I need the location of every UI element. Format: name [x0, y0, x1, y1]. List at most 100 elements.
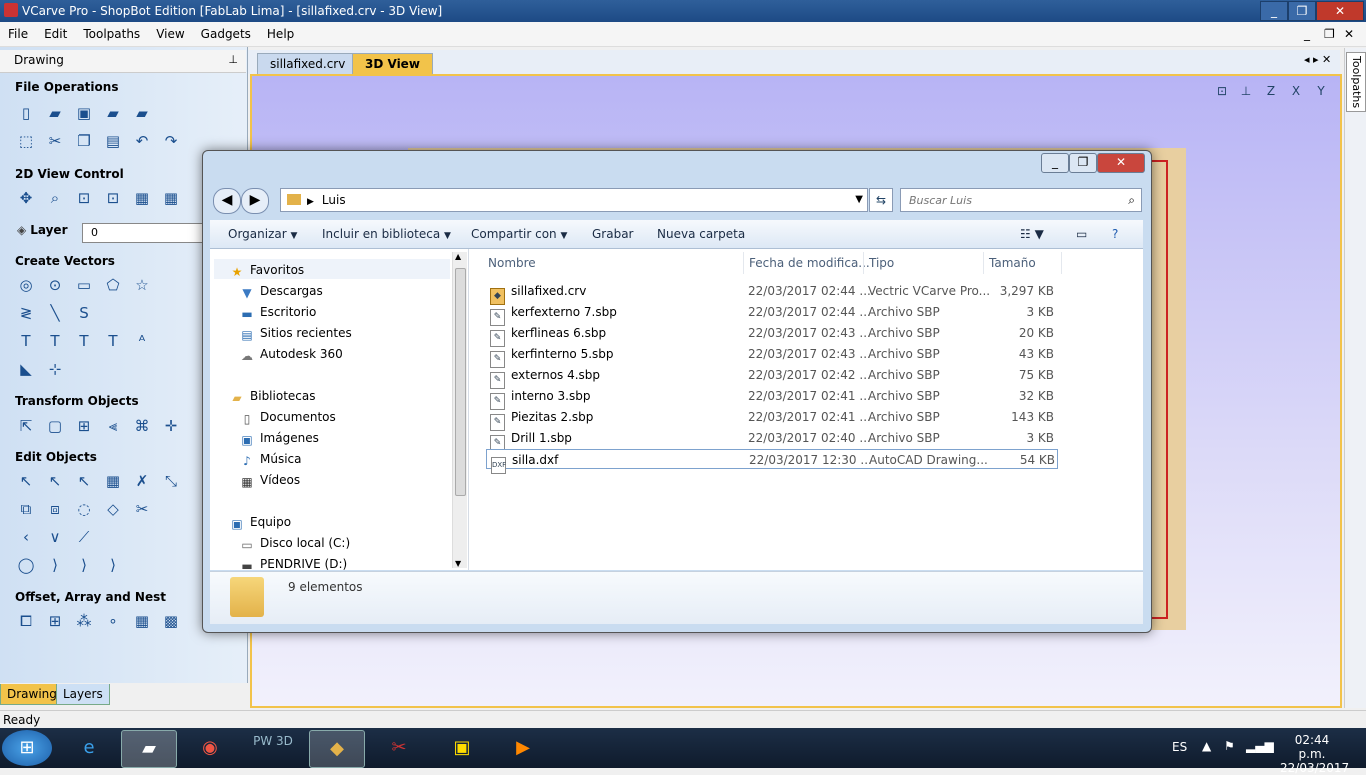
notepad-icon[interactable]: ▣	[435, 730, 489, 766]
text-arc-icon[interactable]: ᴬ	[132, 331, 152, 351]
nav-autodesk-360[interactable]: ☁ Autodesk 360	[240, 347, 343, 363]
star-icon[interactable]: ☆	[132, 275, 152, 295]
start-button[interactable]: ⊞	[2, 730, 52, 766]
polyline-icon[interactable]: ≷	[16, 303, 36, 323]
nav-musica[interactable]: ♪ Música	[240, 452, 301, 468]
set-size-icon[interactable]: ▢	[45, 416, 65, 436]
auto-layout-text-icon[interactable]: T	[74, 331, 94, 351]
text-box-icon[interactable]: T	[103, 331, 123, 351]
address-dropdown-icon[interactable]: ▼	[855, 189, 863, 211]
circular-array-icon[interactable]: ⁂	[74, 611, 94, 631]
column-date[interactable]: Fecha de modifica...	[749, 256, 870, 270]
nav-scrollbar-thumb[interactable]	[455, 268, 466, 496]
text-on-curve-icon[interactable]: T	[45, 331, 65, 351]
nav-favorites[interactable]: ★ Favoritos	[230, 263, 305, 279]
offset-icon[interactable]: ⧠	[16, 611, 36, 631]
tab-scroll-icons[interactable]: ◂ ▸ ✕	[1304, 53, 1331, 66]
tab-drawing[interactable]: Drawing	[0, 684, 64, 705]
import-icon[interactable]: ▰	[103, 103, 123, 123]
smooth-icon[interactable]: ◯	[16, 555, 36, 575]
file-row[interactable]: ◆ sillafixed.crv 22/03/2017 02:44 ... Vec…	[486, 281, 1058, 305]
distort-icon[interactable]: ⌘	[132, 416, 152, 436]
maximize-button[interactable]: ❐	[1288, 1, 1316, 21]
vcarve-taskbar-icon[interactable]: ◆	[309, 730, 365, 768]
trace-bitmap-icon[interactable]: ◣	[16, 359, 36, 379]
intersect-icon[interactable]: ◌	[74, 499, 94, 519]
search-box[interactable]: ⌕	[900, 188, 1142, 212]
clock[interactable]: 02:44 p.m. 22/03/2017	[1280, 733, 1349, 775]
doc-close-button[interactable]: ✕	[1336, 22, 1362, 46]
view-x-icon[interactable]: X	[1287, 84, 1305, 102]
nav-documentos[interactable]: ▯ Documentos	[240, 410, 336, 426]
search-input[interactable]	[907, 193, 1111, 208]
search-icon[interactable]: ⌕	[1128, 189, 1135, 211]
tab-sillafixed[interactable]: sillafixed.crv	[257, 53, 359, 74]
close-button[interactable]: ✕	[1316, 1, 1364, 21]
scroll-down-icon[interactable]: ▼	[455, 559, 461, 568]
preview-pane-icon[interactable]: ▭	[1076, 227, 1087, 241]
select-icon[interactable]: ⬚	[16, 131, 36, 151]
file-row[interactable]: ✎ kerflineas 6.sbp 22/03/2017 02:43 ... A…	[486, 323, 1058, 347]
scale-icon[interactable]: ✛	[161, 416, 181, 436]
pan-icon[interactable]: ✥	[16, 188, 36, 208]
curve-icon[interactable]: S	[74, 303, 94, 323]
import-bitmap-icon[interactable]: ▰	[132, 103, 152, 123]
cut-icon[interactable]: ✂	[45, 131, 65, 151]
nav-sitios-recientes[interactable]: ▤ Sitios recientes	[240, 326, 351, 342]
zoom-box-icon[interactable]: ⊡	[103, 188, 123, 208]
nav-scrollbar[interactable]: ▲ ▼	[452, 252, 467, 568]
media-player-icon[interactable]: ▶	[496, 730, 550, 766]
measure-icon[interactable]: ⤡	[161, 471, 181, 491]
forward-arrow-icon[interactable]: ▶	[241, 188, 269, 214]
file-row[interactable]: ✎ interno 3.sbp 22/03/2017 02:41 ... Arch…	[486, 386, 1058, 410]
menu-edit[interactable]: Edit	[36, 22, 75, 46]
column-separator[interactable]	[743, 252, 744, 274]
file-row[interactable]: ✎ kerfexterno 7.sbp 22/03/2017 02:44 ... …	[486, 302, 1058, 326]
explorer-maximize-button[interactable]: ❐	[1069, 153, 1097, 173]
tray-chevron-icon[interactable]: ▲	[1202, 739, 1211, 753]
redo-icon[interactable]: ↷	[161, 131, 181, 151]
include-library-menu[interactable]: Incluir en biblioteca ▼	[322, 227, 451, 241]
rectangle-icon[interactable]: ▭	[74, 275, 94, 295]
weld-icon[interactable]: ⧉	[16, 499, 36, 519]
column-name[interactable]: Nombre	[488, 256, 536, 270]
column-size[interactable]: Tamaño	[989, 256, 1036, 270]
file-row[interactable]: ✎ Piezitas 2.sbp 22/03/2017 02:41 ... Arc…	[486, 407, 1058, 431]
align-icon[interactable]: ⊞	[74, 416, 94, 436]
ungroup-icon[interactable]: ✗	[132, 471, 152, 491]
mirror-icon[interactable]: ⫷	[103, 416, 123, 436]
new-file-icon[interactable]: ▯	[16, 103, 36, 123]
node-edit-icon[interactable]: ↖	[45, 471, 65, 491]
extend-icon[interactable]: ⟋	[74, 527, 94, 547]
column-type[interactable]: Tipo	[869, 256, 894, 270]
copy-icon[interactable]: ❐	[74, 131, 94, 151]
text-icon[interactable]: T	[16, 331, 36, 351]
nav-bibliotecas[interactable]: ▰ Bibliotecas	[230, 389, 315, 405]
save-icon[interactable]: ▣	[74, 103, 94, 123]
vectric-icon[interactable]: ✂	[372, 730, 426, 766]
share-with-menu[interactable]: Compartir con ▼	[471, 227, 567, 241]
explorer-close-button[interactable]: ✕	[1097, 153, 1145, 173]
internet-explorer-icon[interactable]: e	[62, 730, 116, 766]
ellipse-icon[interactable]: ⊙	[45, 275, 65, 295]
file-row[interactable]: ✎ externos 4.sbp 22/03/2017 02:42 ... Arc…	[486, 365, 1058, 389]
toggle-view-icon[interactable]: ▦	[161, 188, 181, 208]
circle-icon[interactable]: ◎	[16, 275, 36, 295]
corner-icon[interactable]: ⟩	[74, 555, 94, 575]
paste-icon[interactable]: ▤	[103, 131, 123, 151]
new-folder-button[interactable]: Nueva carpeta	[657, 227, 745, 241]
scroll-up-icon[interactable]: ▲	[455, 252, 461, 261]
view-mode-icon[interactable]: ▦	[132, 188, 152, 208]
toolpaths-side-tab[interactable]: Toolpaths	[1346, 52, 1366, 112]
dimension-icon[interactable]: ⊹	[45, 359, 65, 379]
trim-icon[interactable]: ✂	[132, 499, 152, 519]
column-separator[interactable]	[1061, 252, 1062, 274]
menu-toolpaths[interactable]: Toolpaths	[75, 22, 148, 46]
tab-3d-view[interactable]: 3D View	[352, 53, 433, 74]
nav-descargas[interactable]: ▼ Descargas	[240, 284, 322, 300]
open-folder-icon[interactable]: ▰	[45, 103, 65, 123]
minimize-button[interactable]: _	[1260, 1, 1288, 21]
nav-escritorio[interactable]: ▬ Escritorio	[240, 305, 316, 321]
nav-equipo[interactable]: ▣ Equipo	[230, 515, 291, 531]
menu-gadgets[interactable]: Gadgets	[193, 22, 259, 46]
